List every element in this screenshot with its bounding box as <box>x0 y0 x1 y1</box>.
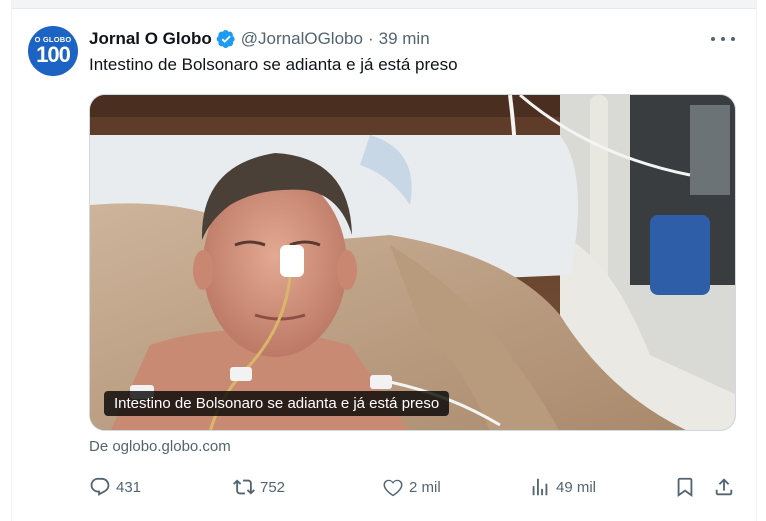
bookmark-icon <box>677 477 693 498</box>
more-dot <box>731 37 735 41</box>
tweet-header: Jornal O Globo @JornalOGlobo · 39 min <box>89 28 430 50</box>
media-caption: Intestino de Bolsonaro se adianta e já e… <box>104 391 450 416</box>
reply-button[interactable]: 431 <box>89 474 141 500</box>
tweet-photo[interactable]: Intestino de Bolsonaro se adianta e já e… <box>89 94 736 431</box>
link-source[interactable]: De oglobo.globo.com <box>89 438 231 455</box>
repost-count: 752 <box>260 478 286 496</box>
tweet-card[interactable]: O GLOBO 100 Jornal O Globo @JornalOGlobo… <box>13 10 755 521</box>
more-dot <box>721 37 725 41</box>
like-count: 2 mil <box>409 478 441 496</box>
repost-icon <box>233 479 255 495</box>
handle[interactable]: @JornalOGlobo <box>241 29 363 49</box>
reply-icon <box>90 477 110 496</box>
tweet-text: Intestino de Bolsonaro se adianta e já e… <box>89 55 458 74</box>
more-options-icon[interactable] <box>711 30 735 48</box>
views-chart-icon <box>532 478 548 496</box>
action-bar: 431 752 2 mil 49 mil <box>89 474 739 500</box>
repost-button[interactable]: 752 <box>233 474 285 500</box>
views-button[interactable]: 49 mil <box>529 474 596 500</box>
window-top-edge <box>0 0 766 9</box>
avatar[interactable]: O GLOBO 100 <box>28 26 78 76</box>
bookmark-button[interactable] <box>674 474 701 500</box>
separator-dot: · <box>367 29 374 48</box>
share-button[interactable] <box>713 474 740 500</box>
like-button[interactable]: 2 mil <box>382 474 441 500</box>
share-icon <box>715 478 733 496</box>
timestamp[interactable]: 39 min <box>379 29 430 49</box>
heart-icon <box>383 479 403 497</box>
views-count: 49 mil <box>556 478 597 496</box>
verified-badge-icon[interactable] <box>216 29 236 49</box>
more-dot <box>711 37 715 41</box>
window-right-edge <box>756 0 766 521</box>
reply-count: 431 <box>116 478 142 496</box>
hospital-photo-illustration <box>90 95 735 430</box>
display-name[interactable]: Jornal O Globo <box>89 29 212 49</box>
window-left-edge <box>0 0 12 521</box>
avatar-logo-number: 100 <box>36 42 71 67</box>
